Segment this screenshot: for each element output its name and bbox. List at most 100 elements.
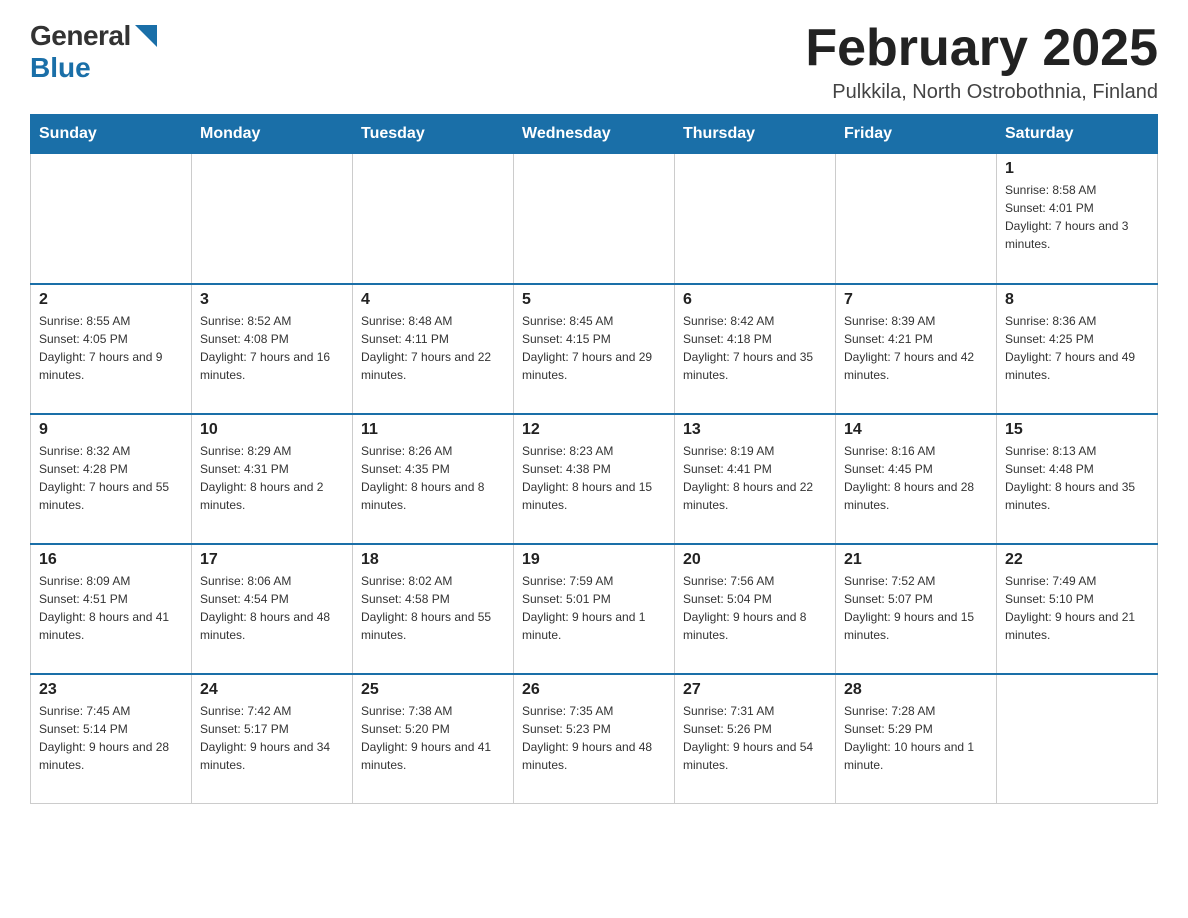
calendar-title: February 2025 — [805, 20, 1158, 77]
day-info: Sunrise: 8:39 AM Sunset: 4:21 PM Dayligh… — [844, 312, 988, 384]
day-info: Sunrise: 8:09 AM Sunset: 4:51 PM Dayligh… — [39, 572, 183, 644]
table-row — [836, 154, 997, 284]
day-number: 10 — [200, 421, 344, 439]
day-number: 20 — [683, 551, 827, 569]
day-number: 18 — [361, 551, 505, 569]
day-number: 17 — [200, 551, 344, 569]
day-info: Sunrise: 8:13 AM Sunset: 4:48 PM Dayligh… — [1005, 442, 1149, 514]
table-row: 15 Sunrise: 8:13 AM Sunset: 4:48 PM Dayli… — [997, 414, 1158, 544]
table-row: 1Sunrise: 8:58 AM Sunset: 4:01 PM Daylig… — [997, 154, 1158, 284]
calendar-week-row: 23 Sunrise: 7:45 AM Sunset: 5:14 PM Dayli… — [31, 674, 1158, 804]
day-info: Sunrise: 7:42 AM Sunset: 5:17 PM Dayligh… — [200, 702, 344, 774]
header-sunday: Sunday — [31, 115, 192, 154]
day-info: Sunrise: 7:56 AM Sunset: 5:04 PM Dayligh… — [683, 572, 827, 644]
day-number: 25 — [361, 681, 505, 699]
calendar-week-row: 2 Sunrise: 8:55 AM Sunset: 4:05 PM Daylig… — [31, 284, 1158, 414]
day-number: 3 — [200, 291, 344, 309]
day-number: 5 — [522, 291, 666, 309]
day-info: Sunrise: 8:52 AM Sunset: 4:08 PM Dayligh… — [200, 312, 344, 384]
table-row: 16 Sunrise: 8:09 AM Sunset: 4:51 PM Dayli… — [31, 544, 192, 674]
table-row: 28 Sunrise: 7:28 AM Sunset: 5:29 PM Dayli… — [836, 674, 997, 804]
header-wednesday: Wednesday — [514, 115, 675, 154]
table-row — [31, 154, 192, 284]
day-number: 7 — [844, 291, 988, 309]
table-row — [192, 154, 353, 284]
table-row: 17 Sunrise: 8:06 AM Sunset: 4:54 PM Dayli… — [192, 544, 353, 674]
table-row: 21Sunrise: 7:52 AM Sunset: 5:07 PM Dayli… — [836, 544, 997, 674]
day-number: 11 — [361, 421, 505, 439]
day-info: Sunrise: 8:16 AM Sunset: 4:45 PM Dayligh… — [844, 442, 988, 514]
table-row: 9 Sunrise: 8:32 AM Sunset: 4:28 PM Daylig… — [31, 414, 192, 544]
logo: General Blue — [30, 20, 157, 84]
day-info: Sunrise: 7:45 AM Sunset: 5:14 PM Dayligh… — [39, 702, 183, 774]
day-info: Sunrise: 7:31 AM Sunset: 5:26 PM Dayligh… — [683, 702, 827, 774]
day-info: Sunrise: 8:32 AM Sunset: 4:28 PM Dayligh… — [39, 442, 183, 514]
header-saturday: Saturday — [997, 115, 1158, 154]
table-row: 11Sunrise: 8:26 AM Sunset: 4:35 PM Dayli… — [353, 414, 514, 544]
table-row — [675, 154, 836, 284]
day-number: 4 — [361, 291, 505, 309]
day-info: Sunrise: 8:36 AM Sunset: 4:25 PM Dayligh… — [1005, 312, 1149, 384]
table-row — [353, 154, 514, 284]
calendar-week-row: 9 Sunrise: 8:32 AM Sunset: 4:28 PM Daylig… — [31, 414, 1158, 544]
day-number: 28 — [844, 681, 988, 699]
day-number: 16 — [39, 551, 183, 569]
day-info: Sunrise: 8:02 AM Sunset: 4:58 PM Dayligh… — [361, 572, 505, 644]
title-block: February 2025 Pulkkila, North Ostrobothn… — [805, 20, 1158, 104]
day-info: Sunrise: 8:06 AM Sunset: 4:54 PM Dayligh… — [200, 572, 344, 644]
day-info: Sunrise: 7:35 AM Sunset: 5:23 PM Dayligh… — [522, 702, 666, 774]
table-row: 5 Sunrise: 8:45 AM Sunset: 4:15 PM Daylig… — [514, 284, 675, 414]
day-number: 19 — [522, 551, 666, 569]
day-info: Sunrise: 7:38 AM Sunset: 5:20 PM Dayligh… — [361, 702, 505, 774]
logo-triangle-icon — [135, 25, 157, 47]
day-number: 12 — [522, 421, 666, 439]
table-row: 10 Sunrise: 8:29 AM Sunset: 4:31 PM Dayli… — [192, 414, 353, 544]
weekday-header-row: Sunday Monday Tuesday Wednesday Thursday… — [31, 115, 1158, 154]
day-number: 24 — [200, 681, 344, 699]
day-info: Sunrise: 7:28 AM Sunset: 5:29 PM Dayligh… — [844, 702, 988, 774]
day-number: 13 — [683, 421, 827, 439]
calendar-table: Sunday Monday Tuesday Wednesday Thursday… — [30, 114, 1158, 804]
day-number: 23 — [39, 681, 183, 699]
table-row: 22 Sunrise: 7:49 AM Sunset: 5:10 PM Dayli… — [997, 544, 1158, 674]
table-row: 2 Sunrise: 8:55 AM Sunset: 4:05 PM Daylig… — [31, 284, 192, 414]
table-row: 24 Sunrise: 7:42 AM Sunset: 5:17 PM Dayli… — [192, 674, 353, 804]
table-row: 8 Sunrise: 8:36 AM Sunset: 4:25 PM Daylig… — [997, 284, 1158, 414]
table-row: 12 Sunrise: 8:23 AM Sunset: 4:38 PM Dayli… — [514, 414, 675, 544]
day-number: 8 — [1005, 291, 1149, 309]
day-number: 2 — [39, 291, 183, 309]
day-info: Sunrise: 8:23 AM Sunset: 4:38 PM Dayligh… — [522, 442, 666, 514]
header-monday: Monday — [192, 115, 353, 154]
table-row: 26 Sunrise: 7:35 AM Sunset: 5:23 PM Dayli… — [514, 674, 675, 804]
logo-blue-text: Blue — [30, 52, 91, 84]
table-row — [514, 154, 675, 284]
table-row: 25 Sunrise: 7:38 AM Sunset: 5:20 PM Dayli… — [353, 674, 514, 804]
day-info: Sunrise: 8:48 AM Sunset: 4:11 PM Dayligh… — [361, 312, 505, 384]
table-row: 19Sunrise: 7:59 AM Sunset: 5:01 PM Dayli… — [514, 544, 675, 674]
calendar-week-row: 16 Sunrise: 8:09 AM Sunset: 4:51 PM Dayli… — [31, 544, 1158, 674]
day-info: Sunrise: 7:49 AM Sunset: 5:10 PM Dayligh… — [1005, 572, 1149, 644]
table-row — [997, 674, 1158, 804]
day-number: 27 — [683, 681, 827, 699]
day-number: 22 — [1005, 551, 1149, 569]
day-info: Sunrise: 8:29 AM Sunset: 4:31 PM Dayligh… — [200, 442, 344, 514]
calendar-week-row: 1Sunrise: 8:58 AM Sunset: 4:01 PM Daylig… — [31, 154, 1158, 284]
day-info: Sunrise: 8:58 AM Sunset: 4:01 PM Dayligh… — [1005, 181, 1149, 253]
day-number: 6 — [683, 291, 827, 309]
day-info: Sunrise: 8:42 AM Sunset: 4:18 PM Dayligh… — [683, 312, 827, 384]
header-friday: Friday — [836, 115, 997, 154]
day-number: 15 — [1005, 421, 1149, 439]
day-number: 14 — [844, 421, 988, 439]
table-row: 13Sunrise: 8:19 AM Sunset: 4:41 PM Dayli… — [675, 414, 836, 544]
header-tuesday: Tuesday — [353, 115, 514, 154]
header-thursday: Thursday — [675, 115, 836, 154]
table-row: 4 Sunrise: 8:48 AM Sunset: 4:11 PM Daylig… — [353, 284, 514, 414]
table-row: 27 Sunrise: 7:31 AM Sunset: 5:26 PM Dayli… — [675, 674, 836, 804]
table-row: 18 Sunrise: 8:02 AM Sunset: 4:58 PM Dayli… — [353, 544, 514, 674]
day-number: 9 — [39, 421, 183, 439]
day-info: Sunrise: 8:45 AM Sunset: 4:15 PM Dayligh… — [522, 312, 666, 384]
day-number: 26 — [522, 681, 666, 699]
day-info: Sunrise: 8:55 AM Sunset: 4:05 PM Dayligh… — [39, 312, 183, 384]
table-row: 6 Sunrise: 8:42 AM Sunset: 4:18 PM Daylig… — [675, 284, 836, 414]
table-row: 7 Sunrise: 8:39 AM Sunset: 4:21 PM Daylig… — [836, 284, 997, 414]
